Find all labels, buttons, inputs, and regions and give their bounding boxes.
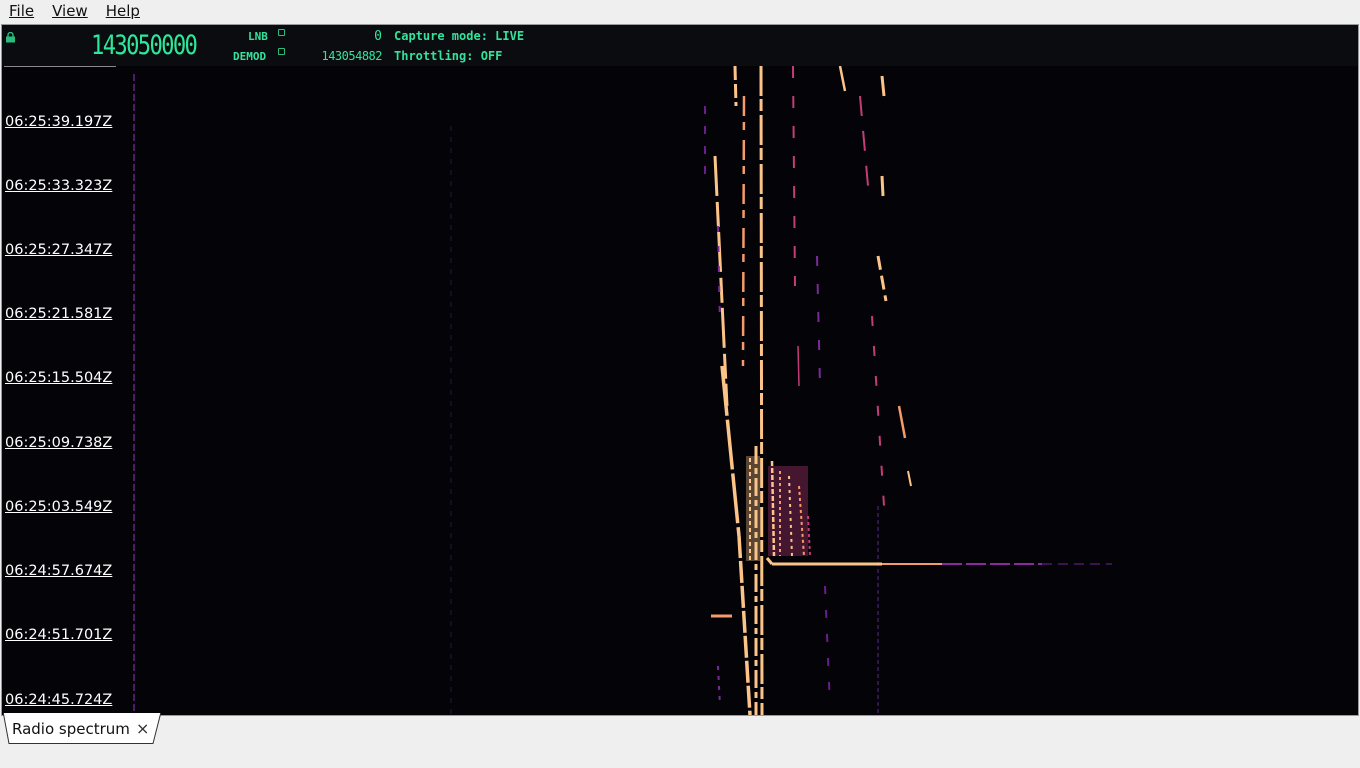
lnb-value[interactable]: 0 [332,29,382,44]
timestamp-label: 06:25:21.581Z [5,306,113,322]
tab-label: Radio spectrum [12,720,130,738]
menu-view-label: View [52,2,88,20]
waterfall-display[interactable] [2,66,1358,715]
timestamp-label: 06:25:15.504Z [5,370,113,386]
timestamp-label: 06:25:27.347Z [5,242,113,258]
timestamp-label: 06:25:33.323Z [5,178,113,194]
menu-help-label: Help [105,2,140,20]
tab-radio-spectrum[interactable]: Radio spectrum × [3,713,161,744]
timestamp-label: 06:24:57.674Z [5,563,113,579]
lock-icon[interactable] [5,32,16,43]
demod-label: DEMOD [233,50,267,63]
close-icon[interactable]: × [136,719,149,738]
center-frequency[interactable]: 143050000 [91,31,198,61]
menu-file-label: File [9,2,35,20]
lnb-label: LNB [248,30,268,43]
menu-view[interactable]: View [43,0,97,22]
frequency-header: 143050000 LNB 0 DEMOD 143054882 Capture … [2,25,1358,67]
timestamp-label: 06:25:03.549Z [5,499,113,515]
timestamp-label: 06:24:45.724Z [5,692,113,708]
menu-help[interactable]: Help [97,0,149,22]
demod-value[interactable]: 143054882 [302,49,382,64]
menu-bar: File View Help [0,0,1360,22]
demod-lock-icon[interactable] [278,48,285,55]
timestamp-label: 06:25:09.738Z [5,435,113,451]
spectrum-frame: 143050000 LNB 0 DEMOD 143054882 Capture … [1,24,1359,716]
lnb-lock-icon[interactable] [278,29,285,36]
menu-file[interactable]: File [0,0,43,22]
timestamp-label: 06:25:39.197Z [5,114,113,130]
capture-mode-status: Capture mode: LIVE [394,29,525,43]
throttling-status: Throttling: OFF [394,49,503,63]
timestamp-label: 06:24:51.701Z [5,627,113,643]
